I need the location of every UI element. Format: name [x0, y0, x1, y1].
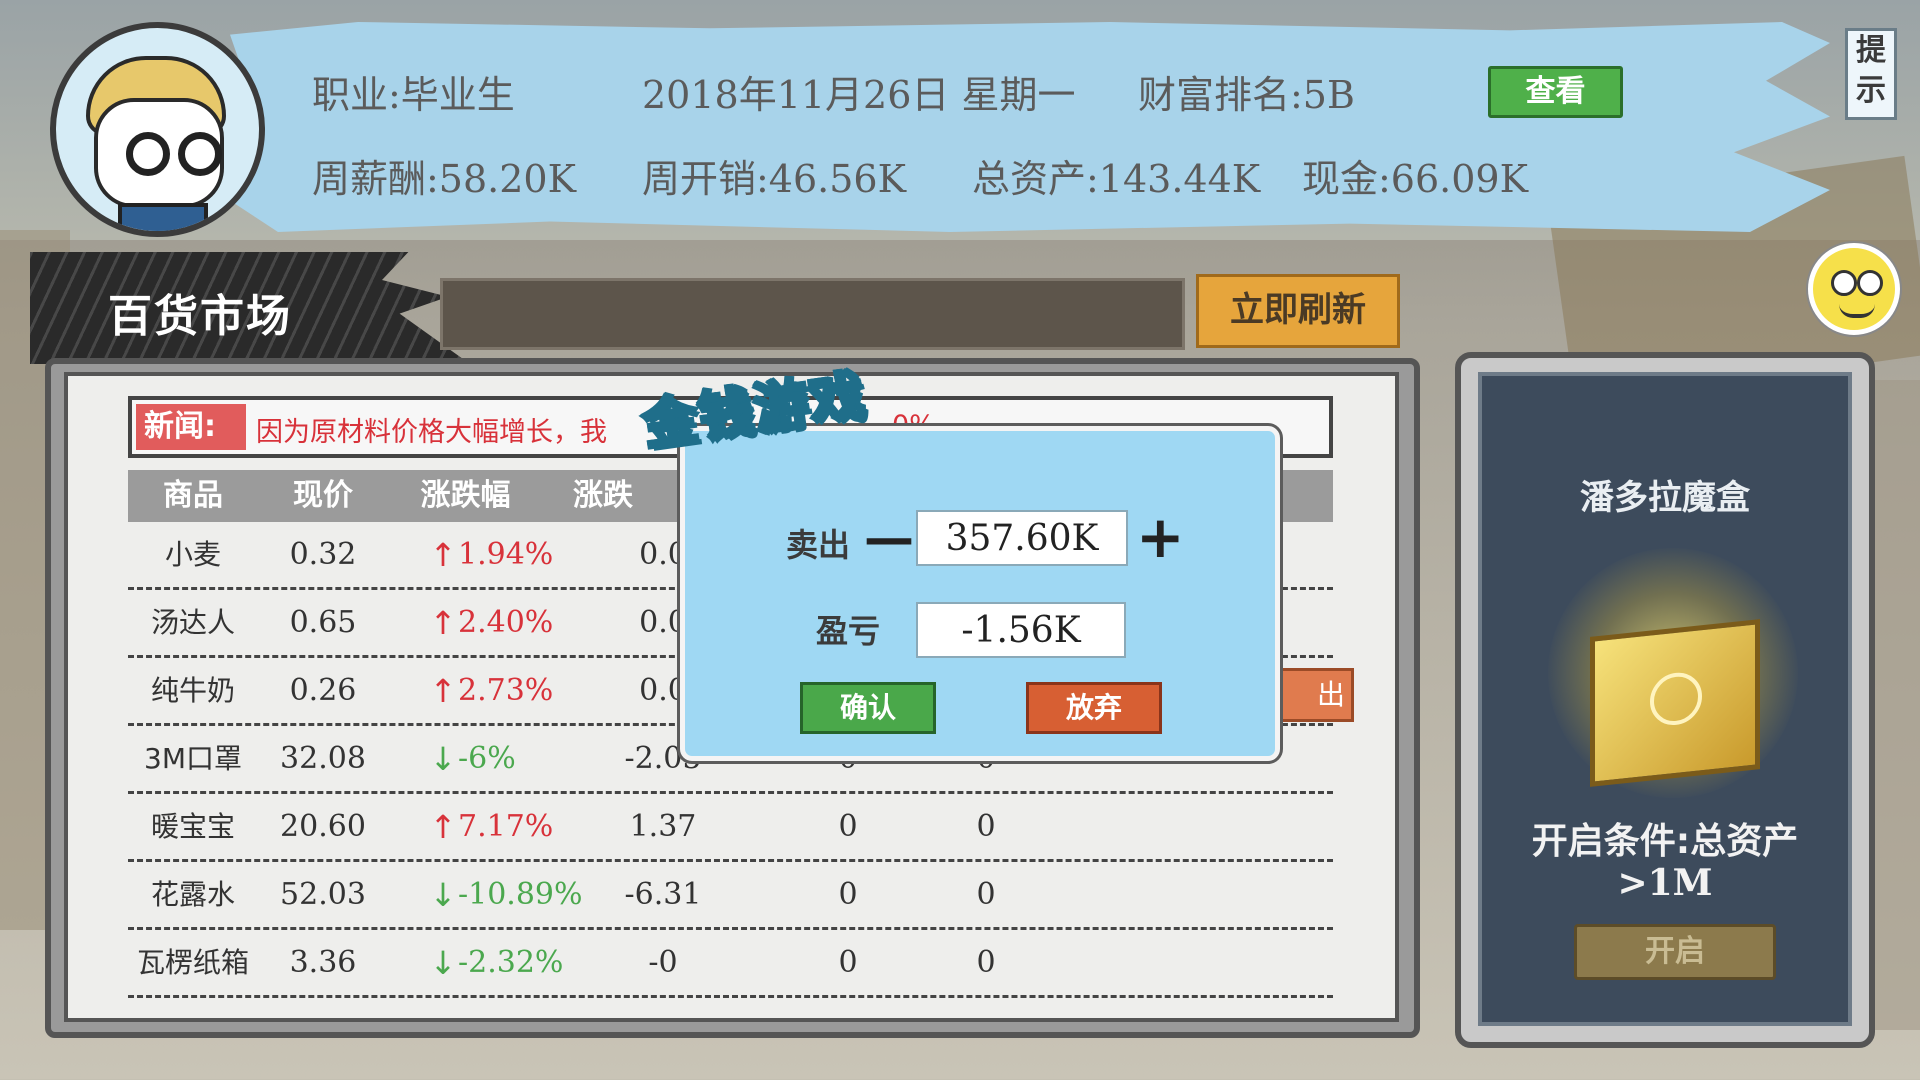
item-price: 0.65 — [289, 605, 357, 640]
sell-button[interactable]: 出 — [1270, 668, 1354, 722]
arrow-up-icon: ↑ — [429, 672, 457, 710]
column-header-change: 涨跌 — [573, 478, 633, 513]
pnl-value: -1.56K — [916, 602, 1126, 658]
pandora-open-button[interactable]: 开启 — [1574, 924, 1776, 980]
pnl-label: 盈亏 — [816, 612, 881, 650]
avatar-glasses-left — [126, 132, 170, 176]
item-change: 1.37 — [629, 809, 697, 844]
item-held: 0 — [838, 945, 858, 980]
item-change-pct: 2.73% — [458, 673, 554, 708]
news-tag: 新闻: — [136, 404, 246, 450]
table-row[interactable]: 暖宝宝 20.60 ↑ 7.17% 1.37 0 0 — [128, 794, 1333, 862]
column-header-item: 商品 — [163, 478, 223, 513]
pandora-title: 潘多拉魔盒 — [1580, 478, 1750, 518]
cash-text: 现金:66.09K — [1302, 157, 1528, 201]
hint-label: 提示 — [1856, 33, 1886, 108]
item-change-pct: 1.94% — [458, 537, 554, 572]
increase-button[interactable]: + — [1136, 508, 1185, 566]
occupation-text: 职业:毕业生 — [312, 73, 515, 117]
abandon-button[interactable]: 放弃 — [1026, 682, 1162, 734]
item-price: 20.60 — [280, 809, 366, 844]
item-name: 暖宝宝 — [150, 810, 235, 843]
table-row[interactable]: 瓦楞纸箱 3.36 ↓ -2.32% -0 0 0 — [128, 930, 1333, 998]
item-cost: 0 — [976, 877, 996, 912]
item-name: 花露水 — [150, 878, 235, 911]
player-avatar[interactable] — [50, 22, 265, 237]
item-name: 纯牛奶 — [150, 674, 235, 707]
avatar-glasses-right — [178, 132, 222, 176]
refresh-button[interactable]: 立即刷新 — [1196, 274, 1400, 348]
item-change-pct: -6% — [458, 741, 516, 776]
weekly-expense-text: 周开销:46.56K — [642, 157, 906, 201]
item-price: 0.26 — [289, 673, 357, 708]
arrow-up-icon: ↑ — [429, 604, 457, 642]
arrow-down-icon: ↓ — [429, 876, 457, 914]
column-header-change-pct: 涨跌幅 — [420, 478, 511, 513]
item-name: 汤达人 — [150, 606, 235, 639]
weekly-salary-text: 周薪酬:58.20K — [312, 157, 576, 201]
decrease-button[interactable]: — — [864, 513, 914, 563]
sell-amount-field[interactable]: 357.60K — [916, 510, 1128, 566]
item-price: 52.03 — [280, 877, 366, 912]
item-change-pct: 7.17% — [458, 809, 554, 844]
spongebob-mouth — [1839, 304, 1875, 318]
arrow-up-icon: ↑ — [429, 536, 457, 574]
pandora-condition-value: >1M — [1617, 862, 1713, 904]
news-text: 因为原材料价格大幅增长，我 — [256, 417, 607, 448]
item-name: 3M口罩 — [144, 742, 242, 775]
arrow-down-icon: ↓ — [429, 944, 457, 982]
item-held: 0 — [838, 877, 858, 912]
sell-dialog — [680, 426, 1280, 761]
arrow-down-icon: ↓ — [429, 740, 457, 778]
item-change: -6.31 — [624, 877, 702, 912]
item-price: 3.36 — [289, 945, 357, 980]
date-text: 2018年11月26日 星期一 — [642, 73, 1076, 117]
item-held: 0 — [838, 809, 858, 844]
table-row[interactable]: 花露水 52.03 ↓ -10.89% -6.31 0 0 — [128, 862, 1333, 930]
item-price: 0.32 — [289, 537, 357, 572]
item-cost: 0 — [976, 945, 996, 980]
market-title-bar — [440, 278, 1185, 350]
column-header-price: 现价 — [293, 478, 353, 513]
item-change: -0 — [648, 945, 678, 980]
market-title: 百货市场 — [108, 291, 292, 342]
spongebob-eye-left — [1831, 270, 1857, 296]
item-change-pct: 2.40% — [458, 605, 554, 640]
sell-label: 卖出 — [786, 526, 851, 564]
spongebob-icon[interactable] — [1808, 243, 1900, 335]
hint-button[interactable]: 提示 — [1845, 28, 1897, 120]
confirm-button[interactable]: 确认 — [800, 682, 936, 734]
item-price: 32.08 — [280, 741, 366, 776]
view-button[interactable]: 查看 — [1488, 66, 1623, 118]
item-name: 瓦楞纸箱 — [136, 946, 249, 979]
item-change-pct: -2.32% — [458, 945, 564, 980]
wealth-rank-text: 财富排名:5B — [1138, 73, 1355, 117]
arrow-up-icon: ↑ — [429, 808, 457, 846]
pandora-condition-label: 开启条件:总资产 — [1531, 821, 1799, 862]
item-change-pct: -10.89% — [458, 877, 583, 912]
item-cost: 0 — [976, 809, 996, 844]
pandora-box-emblem — [1650, 670, 1702, 728]
item-name: 小麦 — [164, 538, 221, 571]
spongebob-eye-right — [1857, 270, 1883, 296]
total-assets-text: 总资产:143.44K — [972, 157, 1261, 201]
pandora-box-icon — [1590, 619, 1760, 787]
